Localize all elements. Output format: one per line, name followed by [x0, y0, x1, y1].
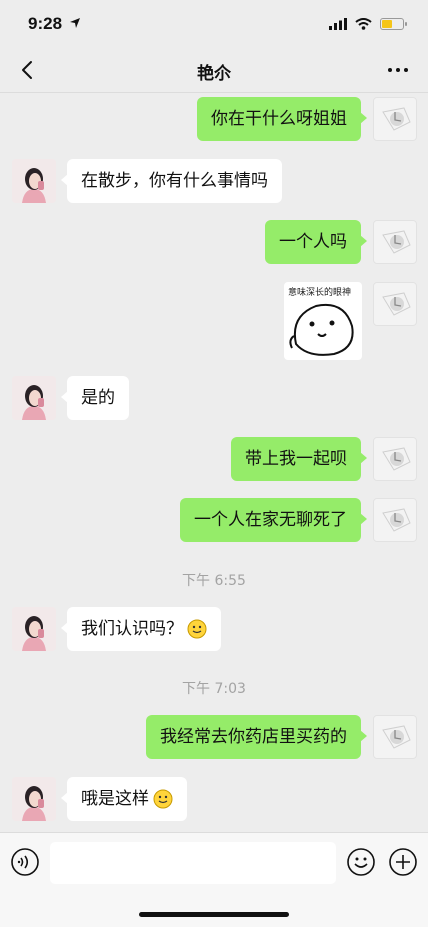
- contact-avatar[interactable]: [12, 777, 56, 821]
- sticker-message[interactable]: 意味深长的眼神: [284, 282, 362, 360]
- self-avatar-image: [382, 292, 411, 316]
- self-avatar-image: [382, 230, 411, 254]
- outgoing-message-bubble[interactable]: 一个人在家无聊死了: [180, 498, 367, 542]
- more-icon[interactable]: [386, 58, 410, 82]
- status-icons: [329, 17, 407, 31]
- sticker-face-image: [289, 304, 354, 356]
- location-arrow-icon: [70, 18, 80, 28]
- home-indicator: [139, 912, 289, 917]
- self-avatar-image: [382, 107, 411, 131]
- contact-avatar-image: [12, 777, 56, 821]
- outgoing-message-bubble[interactable]: 带上我一起呗: [231, 437, 367, 481]
- outgoing-message-bubble[interactable]: 你在干什么呀姐姐: [197, 97, 367, 141]
- contact-avatar-image: [12, 159, 56, 203]
- self-avatar[interactable]: [373, 715, 417, 759]
- outgoing-message-bubble[interactable]: 我经常去你药店里买药的: [146, 715, 367, 759]
- contact-avatar[interactable]: [12, 376, 56, 420]
- battery-fill: [382, 20, 392, 28]
- message-text: 哦是这样: [81, 789, 149, 809]
- incoming-message-bubble[interactable]: 在散步，你有什么事情吗: [61, 159, 282, 203]
- incoming-message-bubble[interactable]: 是的: [61, 376, 129, 420]
- contact-avatar-image: [12, 376, 56, 420]
- contact-avatar-image: [12, 607, 56, 651]
- self-avatar[interactable]: [373, 220, 417, 264]
- self-avatar-image: [382, 725, 411, 749]
- incoming-message-bubble[interactable]: 哦是这样: [61, 777, 187, 821]
- contact-avatar[interactable]: [12, 607, 56, 651]
- chat-title: 艳尒: [197, 64, 231, 84]
- self-avatar[interactable]: [373, 97, 417, 141]
- incoming-message-bubble[interactable]: 我们认识吗？: [61, 607, 221, 651]
- signal-icon: [329, 18, 347, 30]
- outgoing-message-bubble[interactable]: 一个人吗: [265, 220, 367, 264]
- self-avatar[interactable]: [373, 282, 417, 326]
- battery-icon: [380, 18, 407, 30]
- self-avatar[interactable]: [373, 437, 417, 481]
- message-timestamp: 下午 6:55: [182, 573, 246, 589]
- message-text: 我们认识吗？: [81, 619, 183, 639]
- nav-bar: 艳尒: [0, 48, 428, 93]
- smile-emoji-icon: [153, 789, 173, 809]
- add-attachment-icon[interactable]: [388, 847, 418, 877]
- smile-emoji-icon: [187, 619, 207, 639]
- emoji-picker-icon[interactable]: [346, 847, 376, 877]
- self-avatar-image: [382, 447, 411, 471]
- voice-input-icon[interactable]: [10, 847, 40, 877]
- status-time: 9:28: [28, 14, 63, 33]
- wifi-icon: [355, 18, 372, 30]
- message-timestamp: 下午 7:03: [182, 681, 246, 697]
- status-bar: 9:28: [0, 0, 428, 48]
- self-avatar[interactable]: [373, 498, 417, 542]
- message-input[interactable]: [50, 842, 336, 884]
- self-avatar-image: [382, 508, 411, 532]
- contact-avatar[interactable]: [12, 159, 56, 203]
